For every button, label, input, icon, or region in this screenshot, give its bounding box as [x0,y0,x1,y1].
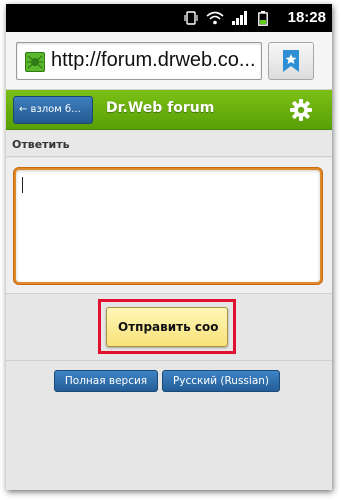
device-screen: 18:28 http://forum.drweb.co... ← взлом б… [0,0,340,500]
signal-icon [232,11,247,25]
submit-area: Отправить соо [6,295,332,361]
url-text: http://forum.drweb.co... [51,49,256,71]
full-version-button[interactable]: Полная версия [54,370,158,392]
battery-icon [258,11,268,26]
text-cursor [22,177,23,193]
status-bar: 18:28 [6,4,332,32]
forum-header: ← взлом б... Dr.Web forum [6,90,332,130]
reply-textarea[interactable] [14,168,322,284]
bookmark-button[interactable] [268,42,314,80]
wifi-icon [206,11,224,25]
gear-icon[interactable] [289,98,313,122]
address-bar-area: http://forum.drweb.co... [6,32,332,90]
browser-window: 18:28 http://forum.drweb.co... ← взлом б… [6,4,332,490]
reply-editor-area [6,158,332,294]
send-message-button[interactable]: Отправить соо [106,307,228,347]
footer-links: Полная версия Русский (Russian) [6,370,332,396]
bookmark-star-icon [283,50,299,72]
clock: 18:28 [287,9,326,26]
reply-section-label: Ответить [6,131,332,157]
language-button[interactable]: Русский (Russian) [162,370,280,392]
vibrate-icon [184,11,198,25]
back-button[interactable]: ← взлом б... [13,96,93,124]
address-bar[interactable]: http://forum.drweb.co... [16,42,262,80]
page-title: Dr.Web forum [106,100,215,116]
drweb-spider-icon [25,52,45,72]
